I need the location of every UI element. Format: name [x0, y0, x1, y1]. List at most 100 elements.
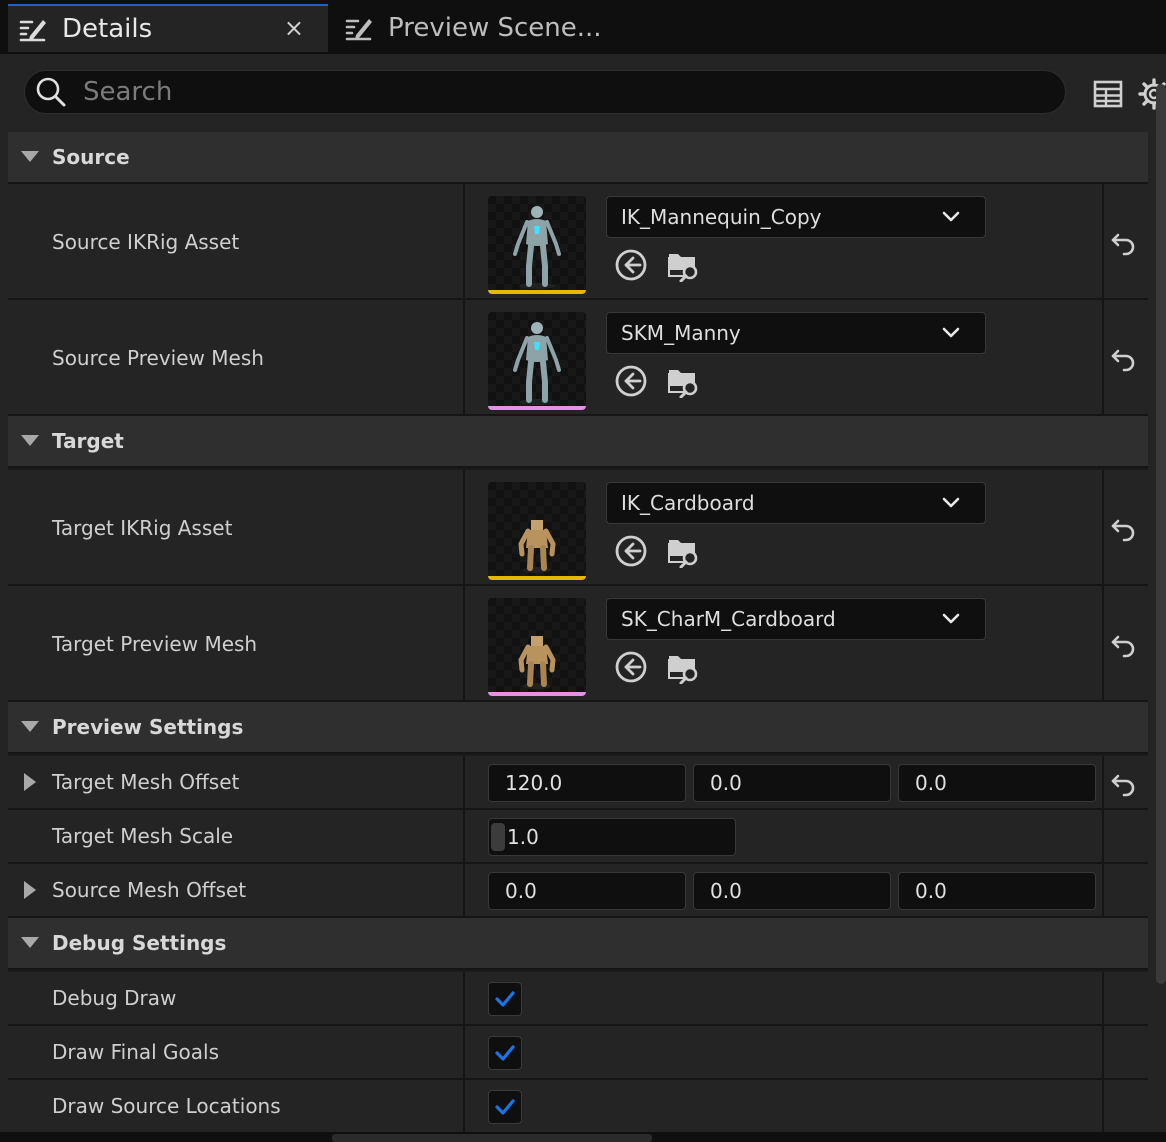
offset-z-field[interactable]: 0.0 [898, 872, 1096, 910]
mesh-type-bar [488, 692, 586, 696]
expand-arrow-icon[interactable] [22, 880, 38, 900]
property-label: Target IKRig Asset [52, 516, 233, 540]
asset-thumbnail[interactable] [488, 312, 586, 410]
row-draw-final-goals: Draw Final Goals [8, 1026, 1148, 1080]
reset-to-default-icon[interactable] [1108, 628, 1140, 660]
bottom-tab-segment [332, 1134, 652, 1142]
column-divider [463, 810, 465, 862]
asset-combo-value: SK_CharM_Cardboard [621, 607, 836, 631]
asset-thumbnail[interactable] [488, 482, 586, 580]
property-list: Source Source IKRig Asset IK_Mannequin_C… [8, 132, 1148, 1142]
property-label: Target Mesh Scale [52, 824, 234, 848]
column-divider [463, 756, 465, 808]
offset-y-value: 0.0 [710, 771, 742, 795]
search-icon [35, 76, 67, 108]
debug-draw-checkbox[interactable] [488, 982, 522, 1016]
tab-details-label: Details [62, 14, 153, 44]
chevron-down-icon [939, 491, 963, 515]
offset-y-field[interactable]: 0.0 [693, 764, 891, 802]
slider-grip[interactable] [491, 823, 505, 851]
column-divider [1102, 810, 1104, 862]
draw-final-goals-checkbox[interactable] [488, 1036, 522, 1070]
expand-arrow-icon[interactable] [22, 772, 38, 792]
property-label: Source Mesh Offset [52, 878, 247, 902]
use-selected-asset-icon[interactable] [614, 248, 648, 282]
search-row [0, 54, 1166, 132]
offset-x-field[interactable]: 120.0 [488, 764, 686, 802]
category-preview-settings[interactable]: Preview Settings [8, 702, 1148, 754]
offset-z-field[interactable]: 0.0 [898, 764, 1096, 802]
asset-combo-box[interactable]: SKM_Manny [606, 312, 986, 354]
category-target-label: Target [52, 429, 124, 453]
column-divider [463, 972, 465, 1024]
draw-source-locations-checkbox[interactable] [488, 1090, 522, 1124]
vertical-scrollbar[interactable] [1156, 84, 1166, 984]
asset-thumbnail[interactable] [488, 598, 586, 696]
category-target[interactable]: Target [8, 416, 1148, 468]
search-box[interactable] [24, 70, 1066, 114]
column-divider [463, 864, 465, 916]
row-target-ikrig-asset: Target IKRig Asset IK_Cardboard [8, 470, 1148, 586]
asset-combo-value: IK_Cardboard [621, 491, 755, 515]
reset-to-default-icon[interactable] [1108, 226, 1140, 258]
asset-combo-box[interactable]: SK_CharM_Cardboard [606, 598, 986, 640]
search-input[interactable] [81, 76, 985, 108]
collapse-arrow-icon[interactable] [8, 429, 52, 453]
close-tab-icon[interactable]: × [284, 14, 304, 42]
row-target-mesh-offset: Target Mesh Offset 120.0 0.0 0.0 [8, 756, 1148, 810]
asset-combo-box[interactable]: IK_Mannequin_Copy [606, 196, 986, 238]
asset-combo-box[interactable]: IK_Cardboard [606, 482, 986, 524]
column-divider [1102, 756, 1104, 808]
column-divider [1102, 972, 1104, 1024]
tab-bar: Details × Preview Scene... [0, 0, 1166, 54]
collapse-arrow-icon[interactable] [8, 715, 52, 739]
category-source[interactable]: Source [8, 132, 1148, 184]
offset-x-field[interactable]: 0.0 [488, 872, 686, 910]
reset-to-default-icon[interactable] [1108, 512, 1140, 544]
reset-to-default-icon[interactable] [1108, 342, 1140, 374]
browse-to-asset-icon[interactable] [666, 364, 700, 398]
browse-to-asset-icon[interactable] [666, 248, 700, 282]
category-debug-settings[interactable]: Debug Settings [8, 918, 1148, 970]
property-label: Draw Source Locations [52, 1094, 281, 1118]
table-view-icon[interactable] [1092, 78, 1124, 110]
row-source-ikrig-asset: Source IKRig Asset IK_Mannequin_Copy [8, 184, 1148, 300]
chevron-down-icon [939, 205, 963, 229]
mannequin-thumbnail-icon [488, 312, 586, 410]
bottom-strip [0, 1132, 1166, 1142]
preview-scene-pencil-icon [344, 13, 374, 43]
row-target-mesh-scale: Target Mesh Scale 1.0 [8, 810, 1148, 864]
scale-field[interactable]: 1.0 [488, 818, 736, 856]
asset-thumbnail[interactable] [488, 196, 586, 294]
asset-combo-value: SKM_Manny [621, 321, 741, 345]
tab-details[interactable]: Details × [8, 4, 328, 52]
column-divider [1102, 1026, 1104, 1078]
property-label: Target Preview Mesh [52, 632, 258, 656]
column-divider [1102, 184, 1104, 298]
collapse-arrow-icon[interactable] [8, 145, 52, 169]
checkmark-icon [493, 987, 517, 1011]
collapse-arrow-icon[interactable] [8, 931, 52, 955]
property-label: Source IKRig Asset [52, 230, 240, 254]
column-divider [1102, 470, 1104, 584]
row-target-preview-mesh: Target Preview Mesh SK_CharM_Cardboard [8, 586, 1148, 702]
use-selected-asset-icon[interactable] [614, 534, 648, 568]
column-divider [463, 1026, 465, 1078]
use-selected-asset-icon[interactable] [614, 364, 648, 398]
offset-y-field[interactable]: 0.0 [693, 872, 891, 910]
row-source-mesh-offset: Source Mesh Offset 0.0 0.0 0.0 [8, 864, 1148, 918]
use-selected-asset-icon[interactable] [614, 650, 648, 684]
property-label: Debug Draw [52, 986, 177, 1010]
category-preview-settings-label: Preview Settings [52, 715, 244, 739]
column-divider [1102, 300, 1104, 414]
column-divider [1102, 864, 1104, 916]
column-divider [463, 586, 465, 700]
details-pencil-icon [18, 14, 48, 44]
browse-to-asset-icon[interactable] [666, 650, 700, 684]
column-divider [463, 470, 465, 584]
checkmark-icon [493, 1095, 517, 1119]
reset-to-default-icon[interactable] [1108, 767, 1140, 799]
browse-to-asset-icon[interactable] [666, 534, 700, 568]
tab-preview-scene[interactable]: Preview Scene... [334, 4, 654, 52]
offset-z-value: 0.0 [915, 879, 947, 903]
